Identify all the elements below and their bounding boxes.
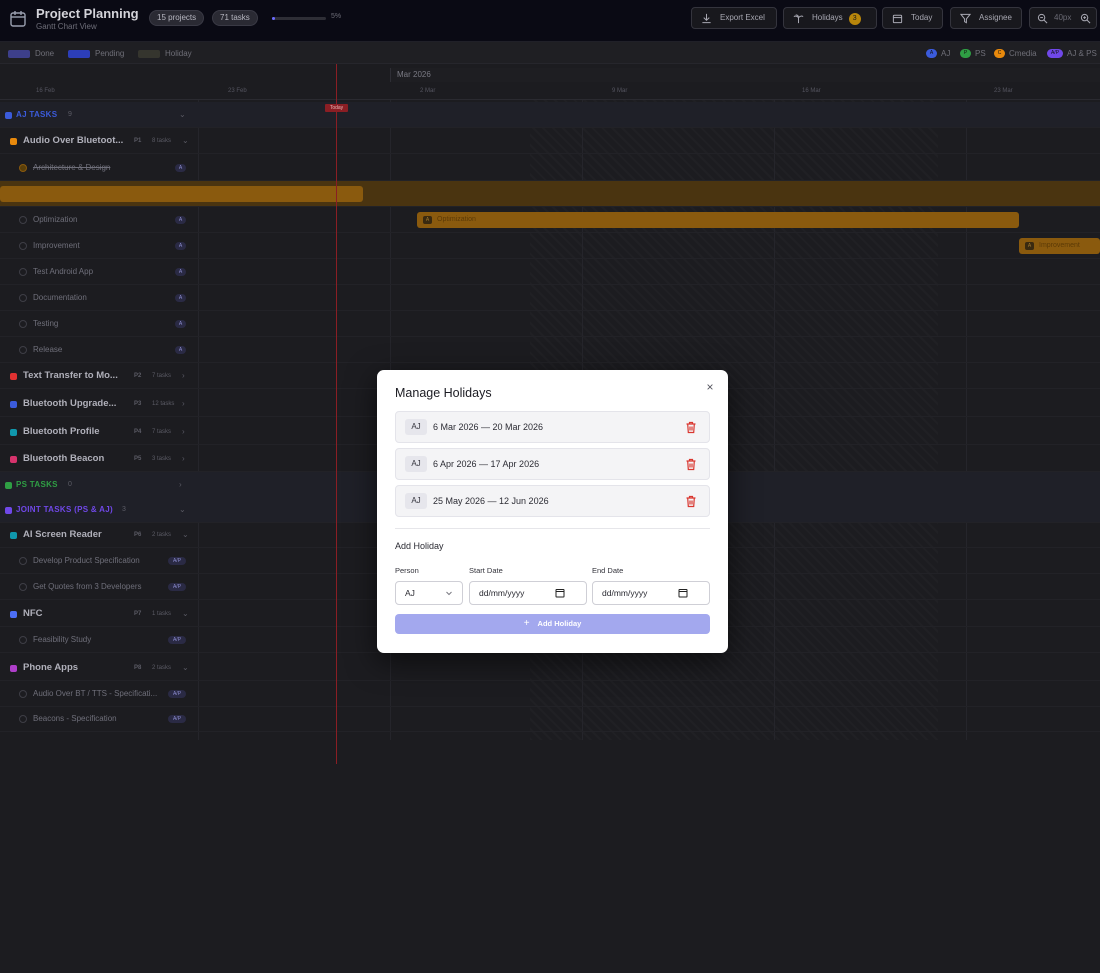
- holiday-person-badge: AJ: [405, 493, 427, 509]
- end-date-placeholder: dd/mm/yyyy: [602, 588, 648, 598]
- holiday-person-badge: AJ: [405, 419, 427, 435]
- add-holiday-button[interactable]: + Add Holiday: [395, 614, 710, 634]
- calendar-picker-icon[interactable]: [555, 588, 565, 598]
- person-label: Person: [395, 566, 419, 575]
- holiday-date-range: 25 May 2026 — 12 Jun 2026: [433, 496, 549, 506]
- trash-icon[interactable]: [685, 458, 697, 471]
- add-holiday-heading: Add Holiday: [395, 541, 444, 551]
- holiday-person-badge: AJ: [405, 456, 427, 472]
- holiday-date-range: 6 Apr 2026 — 17 Apr 2026: [433, 459, 540, 469]
- chevron-down-icon: [446, 591, 452, 596]
- end-date-input[interactable]: dd/mm/yyyy: [592, 581, 710, 605]
- dialog-divider: [395, 528, 710, 529]
- person-select[interactable]: AJ: [395, 581, 463, 605]
- trash-icon[interactable]: [685, 495, 697, 508]
- holiday-entry: AJ 6 Mar 2026 — 20 Mar 2026: [395, 411, 710, 443]
- add-holiday-button-label: Add Holiday: [537, 619, 582, 628]
- person-select-value: AJ: [405, 588, 415, 598]
- holiday-date-range: 6 Mar 2026 — 20 Mar 2026: [433, 422, 544, 432]
- close-icon[interactable]: ×: [703, 380, 717, 394]
- trash-icon[interactable]: [685, 421, 697, 434]
- plus-icon: +: [523, 618, 530, 629]
- manage-holidays-dialog: Manage Holidays × AJ 6 Mar 2026 — 20 Mar…: [377, 370, 728, 653]
- holiday-entry: AJ 25 May 2026 — 12 Jun 2026: [395, 485, 710, 517]
- end-date-label: End Date: [592, 566, 624, 575]
- start-date-label: Start Date: [469, 566, 503, 575]
- app-root: Project Planning Gantt Chart View 15 pro…: [0, 0, 1100, 973]
- calendar-picker-icon[interactable]: [678, 588, 688, 598]
- dialog-title: Manage Holidays: [395, 386, 492, 400]
- holiday-entry: AJ 6 Apr 2026 — 17 Apr 2026: [395, 448, 710, 480]
- start-date-placeholder: dd/mm/yyyy: [479, 588, 525, 598]
- start-date-input[interactable]: dd/mm/yyyy: [469, 581, 587, 605]
